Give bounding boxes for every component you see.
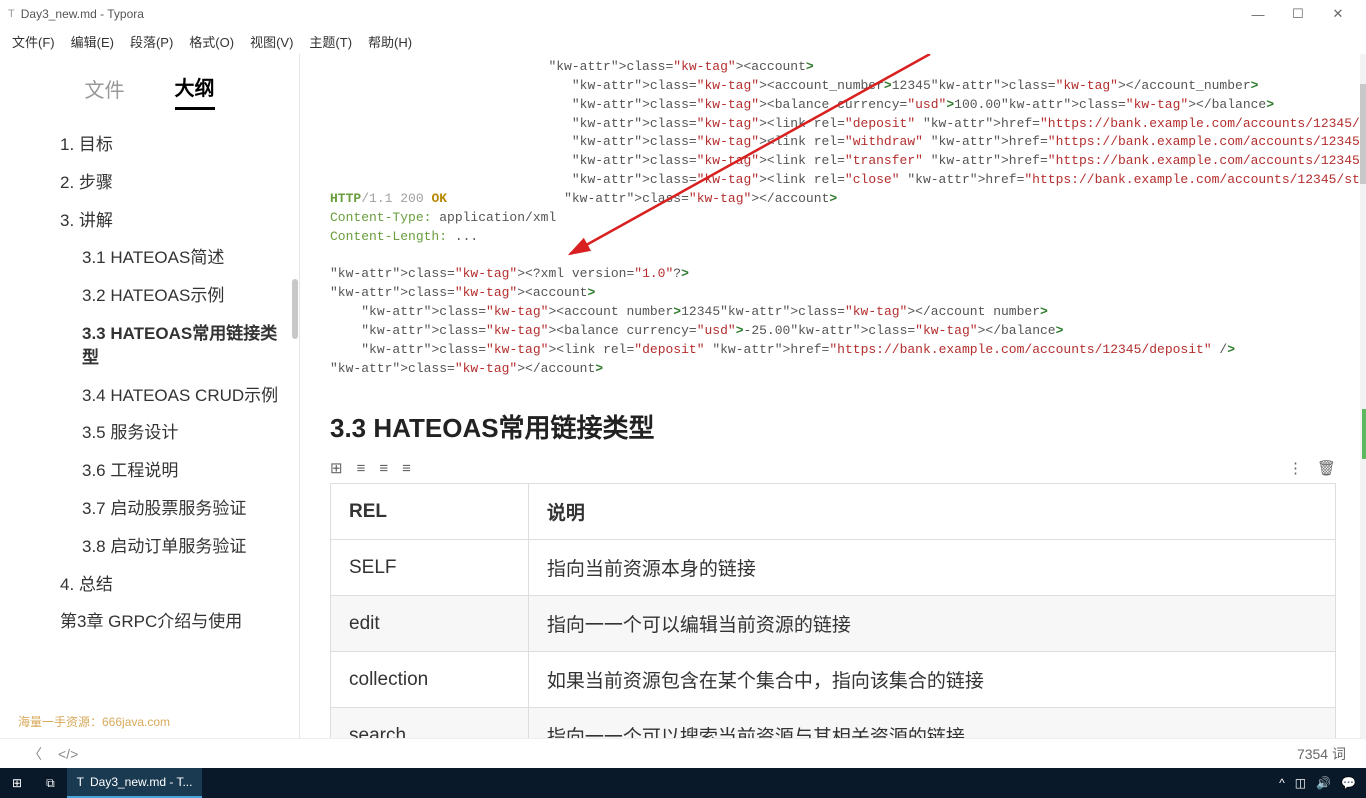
- status-source-mode[interactable]: </>: [50, 746, 86, 762]
- menubar: 文件(F) 编辑(E) 段落(P) 格式(O) 视图(V) 主题(T) 帮助(H…: [0, 28, 1366, 54]
- tray-expand-icon[interactable]: ^: [1279, 776, 1285, 790]
- system-tray[interactable]: ^ ◫ 🔊 💬: [1269, 776, 1366, 790]
- code-block[interactable]: "kw-attr">class="kw-tag"><account> "kw-a…: [330, 54, 1336, 382]
- outline-item[interactable]: 3. 讲解: [0, 202, 299, 240]
- table-align-left-icon[interactable]: ≡: [357, 460, 366, 477]
- close-button[interactable]: ✕: [1318, 6, 1358, 22]
- table-align-right-icon[interactable]: ≡: [402, 460, 411, 477]
- tab-outline[interactable]: 大纲: [175, 72, 215, 110]
- outline-item[interactable]: 2. 步骤: [0, 164, 299, 202]
- table-cell[interactable]: 指向当前资源本身的链接: [528, 540, 1335, 596]
- table-header[interactable]: 说明: [528, 484, 1335, 540]
- menu-help[interactable]: 帮助(H): [360, 30, 420, 53]
- outline-list[interactable]: 1. 目标2. 步骤3. 讲解3.1 HATEOAS简述3.2 HATEOAS示…: [0, 120, 299, 738]
- outline-item[interactable]: 3.3 HATEOAS常用链接类型: [0, 315, 299, 377]
- outline-item[interactable]: 3.1 HATEOAS简述: [0, 239, 299, 277]
- outline-item[interactable]: 3.8 启动订单服务验证: [0, 528, 299, 566]
- watermark: 海量一手资源：666java.com: [18, 713, 170, 730]
- tray-notifications-icon[interactable]: 💬: [1341, 776, 1356, 790]
- taskbar-app-typora[interactable]: TDay3_new.md - T...: [67, 768, 203, 798]
- start-button[interactable]: ⊞: [0, 768, 34, 798]
- outline-item[interactable]: 3.5 服务设计: [0, 414, 299, 452]
- window-title: Day3_new.md - Typora: [21, 7, 144, 21]
- table-cell[interactable]: search: [331, 708, 529, 738]
- maximize-button[interactable]: ☐: [1278, 6, 1318, 22]
- menu-file[interactable]: 文件(F): [4, 30, 63, 53]
- minimize-button[interactable]: —: [1238, 7, 1278, 22]
- statusbar: 〈 </> 7354 词: [0, 738, 1366, 768]
- outline-item[interactable]: 4. 总结: [0, 566, 299, 604]
- table-cell[interactable]: 指向一一个可以搜索当前资源与其相关资源的链接: [528, 708, 1335, 738]
- outline-item[interactable]: 3.4 HATEOAS CRUD示例: [0, 377, 299, 415]
- outline-item[interactable]: 3.6 工程说明: [0, 452, 299, 490]
- titlebar: T Day3_new.md - Typora — ☐ ✕: [0, 0, 1366, 28]
- table-delete-icon[interactable]: 🗑: [1317, 459, 1336, 477]
- tab-files[interactable]: 文件: [85, 74, 125, 109]
- menu-edit[interactable]: 编辑(E): [63, 30, 122, 53]
- outline-item[interactable]: 1. 目标: [0, 126, 299, 164]
- menu-theme[interactable]: 主题(T): [301, 30, 360, 53]
- table-more-icon[interactable]: ⋮: [1288, 459, 1303, 477]
- editor-content[interactable]: "kw-attr">class="kw-tag"><account> "kw-a…: [300, 54, 1366, 738]
- table-cell[interactable]: collection: [331, 652, 529, 708]
- tray-network-icon[interactable]: ◫: [1295, 776, 1306, 790]
- outline-item[interactable]: 第3章 GRPC介绍与使用: [0, 603, 299, 641]
- section-heading[interactable]: 3.3 HATEOAS常用链接类型: [330, 408, 1336, 445]
- menu-view[interactable]: 视图(V): [242, 30, 301, 53]
- table-header[interactable]: REL: [331, 484, 529, 540]
- sidebar: 文件 大纲 1. 目标2. 步骤3. 讲解3.1 HATEOAS简述3.2 HA…: [0, 54, 300, 738]
- table-cell[interactable]: 如果当前资源包含在某个集合中，指向该集合的链接: [528, 652, 1335, 708]
- taskview-button[interactable]: ⧉: [34, 768, 67, 798]
- outline-item[interactable]: 3.2 HATEOAS示例: [0, 277, 299, 315]
- menu-format[interactable]: 格式(O): [181, 30, 242, 53]
- tray-volume-icon[interactable]: 🔊: [1316, 776, 1331, 790]
- table-align-center-icon[interactable]: ≡: [379, 460, 388, 477]
- app-icon: T: [8, 8, 15, 20]
- table-toolbar: ⊞ ≡ ≡ ≡ ⋮ 🗑: [330, 459, 1336, 477]
- status-back[interactable]: 〈: [20, 744, 50, 764]
- links-table[interactable]: REL说明SELF指向当前资源本身的链接edit指向一一个可以编辑当前资源的链接…: [330, 483, 1336, 738]
- table-cell[interactable]: 指向一一个可以编辑当前资源的链接: [528, 596, 1335, 652]
- outline-item[interactable]: 3.7 启动股票服务验证: [0, 490, 299, 528]
- word-count[interactable]: 7354 词: [1297, 744, 1346, 764]
- content-scrollbar[interactable]: [1360, 54, 1366, 738]
- sidebar-scrollbar[interactable]: [292, 279, 298, 339]
- table-grid-icon[interactable]: ⊞: [330, 459, 343, 477]
- taskbar: ⊞ ⧉ TDay3_new.md - T... ^ ◫ 🔊 💬: [0, 768, 1366, 798]
- menu-paragraph[interactable]: 段落(P): [122, 30, 181, 53]
- table-cell[interactable]: SELF: [331, 540, 529, 596]
- table-cell[interactable]: edit: [331, 596, 529, 652]
